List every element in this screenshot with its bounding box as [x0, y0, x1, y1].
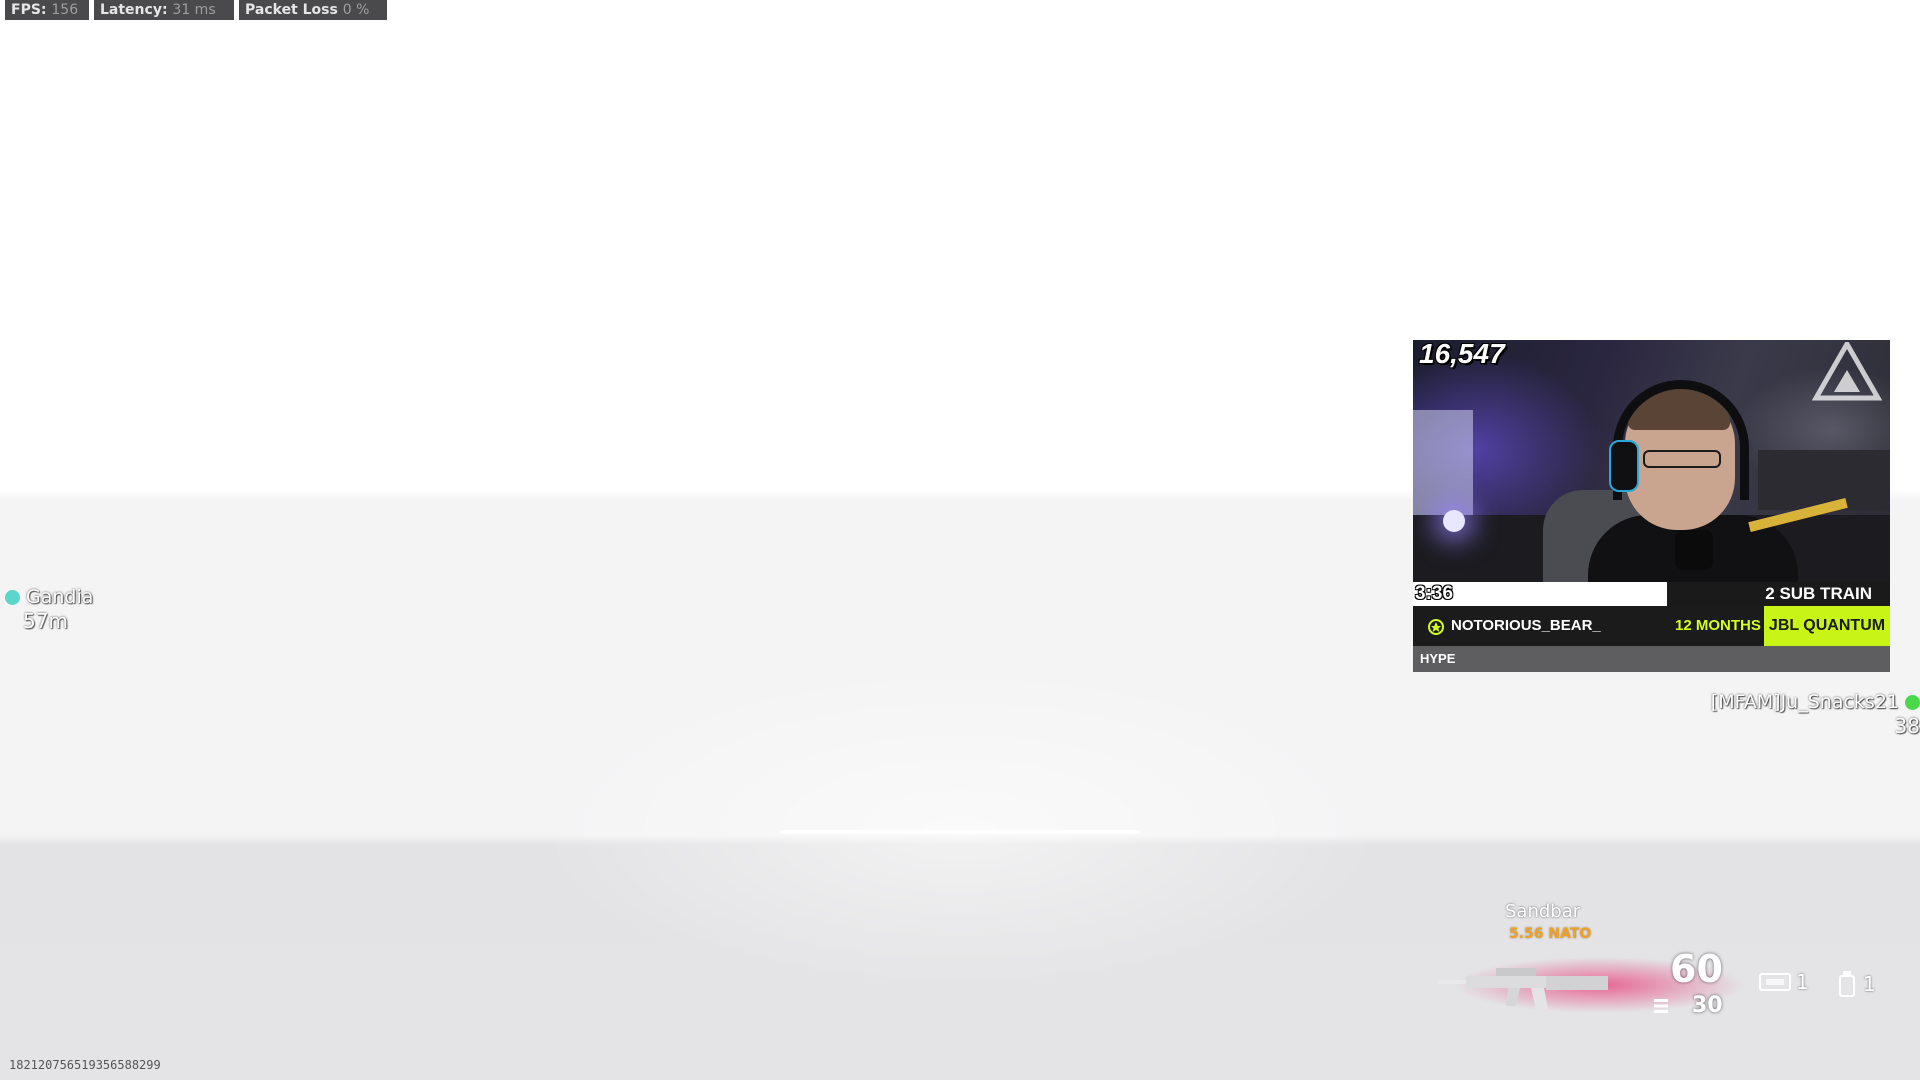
- fps-value: 156: [51, 2, 79, 18]
- ammo-type: 5.56 NATO: [1509, 926, 1592, 942]
- tactical-count: 1: [1863, 972, 1876, 996]
- claymore-icon: [1759, 973, 1791, 991]
- weapon-name: Sandbar: [1505, 901, 1581, 922]
- fps-label: FPS:: [11, 2, 47, 18]
- teammate-distance: 38: [1894, 714, 1920, 738]
- squad-ping-left: Gandia 57m: [5, 585, 93, 633]
- reserve-ammo-icon: [1654, 999, 1668, 1013]
- teammate-name: Gandia: [26, 586, 94, 608]
- sub-train-label: 2 SUB TRAIN: [1765, 584, 1872, 603]
- teammate-marker-icon: [1905, 695, 1920, 710]
- lethal-equipment: 1: [1758, 970, 1809, 994]
- packet-loss-label: Packet Loss: [245, 2, 338, 18]
- latency-stat: Latency: 31 ms: [94, 0, 234, 20]
- stream-overlay: 16,547 3:36 2 SUB TRAIN NOTORIOUS_BEAR_ …: [1413, 340, 1890, 672]
- tactical-equipment: 1: [1835, 970, 1876, 998]
- packet-loss-stat: Packet Loss 0 %: [239, 0, 387, 20]
- lamp-shape: [1443, 510, 1465, 532]
- monitor-shape: [1413, 410, 1473, 520]
- horizon-highlight: [780, 830, 1140, 834]
- match-id: 1821207565193565882​99: [9, 1058, 161, 1072]
- sponsor-badge: JBL QUANTUM: [1764, 606, 1890, 646]
- microphone-icon: [1675, 530, 1713, 570]
- teammate-distance: 57m: [23, 609, 68, 633]
- teep-logo-icon: [1812, 342, 1882, 401]
- teammate-name: [MFAM]Ju_Snacks21: [1710, 691, 1899, 713]
- magazine-ammo: 60: [1670, 947, 1723, 991]
- sub-train-timer: 3:36: [1415, 583, 1454, 604]
- packet-loss-value: 0 %: [342, 2, 370, 18]
- smoke-grenade-icon: [1839, 971, 1855, 997]
- latency-value: 31 ms: [172, 2, 216, 18]
- fps-stat: FPS: 156: [5, 0, 89, 20]
- shelf-shape: [1758, 450, 1890, 510]
- reserve-ammo: 30: [1692, 993, 1723, 1018]
- subscriber-months: 12 MONTHS: [1675, 617, 1761, 634]
- perf-stats-bar: FPS: 156 Latency: 31 ms Packet Loss 0 %: [5, 0, 387, 20]
- teammate-marker-icon: [5, 590, 20, 605]
- viewer-count: 16,547: [1419, 340, 1505, 369]
- squad-ping-right: [MFAM]Ju_Snacks21 38: [1711, 690, 1920, 738]
- rifle-icon: [1438, 968, 1608, 1010]
- headset-cup: [1609, 440, 1639, 492]
- hype-label: HYPE: [1420, 651, 1456, 666]
- webcam-feed: 16,547: [1413, 340, 1890, 582]
- hype-bar: [1413, 646, 1890, 672]
- latency-label: Latency:: [100, 2, 168, 18]
- lethal-count: 1: [1796, 970, 1809, 994]
- subscriber-name: NOTORIOUS_BEAR_: [1451, 617, 1601, 634]
- subscriber-badge-icon: [1428, 619, 1444, 635]
